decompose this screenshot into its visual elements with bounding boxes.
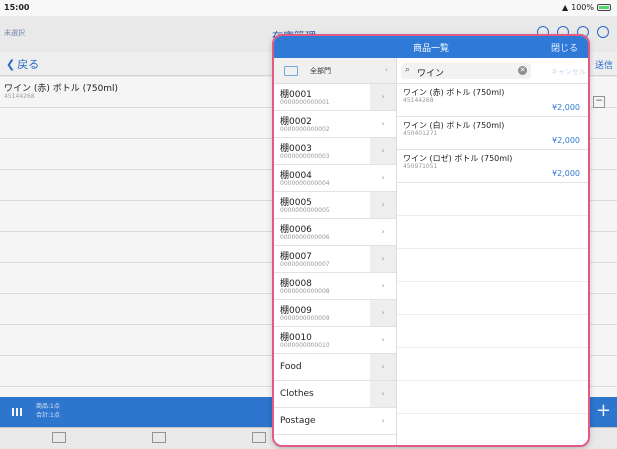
chevron-right-icon[interactable]: › [370,138,396,164]
status-time: 15:00 [4,3,30,12]
category-item[interactable]: 棚0009 0000000000009 › [274,300,396,327]
product-item[interactable]: ワイン (白) ボトル (750ml) 450401271 ¥2,000 [397,117,588,150]
chevron-left-icon: ‹ [384,65,388,74]
product-item[interactable]: ワイン (赤) ボトル (750ml) 45144268 ¥2,000 [397,84,588,117]
product-list: ⌕ ワイン ✕ キャンセル ワイン (赤) ボトル (750ml) 4514426… [397,58,588,445]
chevron-right-icon[interactable]: › [370,246,396,272]
empty-row [397,183,588,216]
category-code: 0000000000010 [280,342,330,349]
empty-row [397,249,588,282]
category-item[interactable]: Food › [274,354,396,381]
chevron-right-icon[interactable]: › [370,111,396,137]
ipad-screen: 15:00 ▲ 100% 未選択 在庫管理 ❮ 戻る 送信 ワイン (赤) ボト… [0,0,617,449]
category-code: 0000000000006 [280,234,330,241]
clear-icon[interactable]: ✕ [518,66,527,75]
all-categories-label: 全部門 [310,67,331,75]
empty-row [397,282,588,315]
chevron-right-icon[interactable]: › [370,300,396,326]
category-name: Food [280,362,302,372]
category-code: 0000000000004 [280,180,330,187]
battery-percent: 100% [571,3,594,12]
empty-row [397,348,588,381]
search-icon: ⌕ [405,65,411,75]
chevron-right-icon[interactable]: › [370,408,396,434]
category-code: 0000000000003 [280,153,330,160]
wifi-icon: ▲ [561,3,569,12]
category-list: 全部門 ‹ 棚0001 0000000000001 › 棚0002 0000000000… [274,58,397,445]
category-item[interactable]: 棚0010 0000000000010 › [274,327,396,354]
battery-icon [597,4,611,11]
category-code: 0000000000008 [280,288,330,295]
category-code: 0000000000007 [280,261,330,268]
search-input[interactable]: ⌕ ワイン ✕ [401,63,531,79]
category-item[interactable]: Postage › [274,408,396,435]
chevron-right-icon[interactable]: › [370,219,396,245]
category-code: 0000000000001 [280,99,330,106]
category-item[interactable]: 棚0004 0000000000004 › [274,165,396,192]
chevron-right-icon[interactable]: › [370,84,396,110]
empty-row [397,216,588,249]
search-value: ワイン [417,69,445,79]
modal-title: 商品一覧 [412,44,449,54]
category-item[interactable]: 棚0007 0000000000007 › [274,246,396,273]
chevron-right-icon[interactable]: › [370,273,396,299]
product-code: 450401271 [403,130,438,137]
empty-row [397,315,588,348]
category-code: 0000000000009 [280,315,330,322]
chevron-right-icon[interactable]: › [370,327,396,353]
all-categories-item[interactable]: 全部門 ‹ [274,58,396,84]
product-price: ¥2,000 [552,103,580,112]
category-name: Postage [280,416,316,426]
category-code: 0000000000002 [280,126,330,133]
category-item[interactable]: 棚0003 0000000000003 › [274,138,396,165]
product-price: ¥2,000 [552,169,580,178]
category-name: Clothes [280,389,314,399]
product-item[interactable]: ワイン (ロゼ) ボトル (750ml) 450971051 ¥2,000 [397,150,588,183]
chevron-right-icon[interactable]: › [370,192,396,218]
category-item[interactable]: 棚0006 0000000000006 › [274,219,396,246]
category-item[interactable]: 棚0001 0000000000001 › [274,84,396,111]
category-item[interactable]: 棚0005 0000000000005 › [274,192,396,219]
status-bar: 15:00 ▲ 100% [0,0,617,16]
category-item[interactable]: 棚0002 0000000000002 › [274,111,396,138]
category-item[interactable]: Clothes › [274,381,396,408]
chevron-right-icon[interactable]: › [370,354,396,380]
product-code: 45144268 [403,97,434,104]
folder-icon [284,66,298,76]
chevron-right-icon[interactable]: › [370,165,396,191]
product-price: ¥2,000 [552,136,580,145]
status-right: ▲ 100% [562,3,611,12]
product-code: 450971051 [403,163,438,170]
search-bar: ⌕ ワイン ✕ キャンセル [397,58,588,84]
category-item[interactable]: 棚0008 0000000000008 › [274,273,396,300]
modal-header: 商品一覧 閉じる [274,36,588,58]
product-list-modal: 商品一覧 閉じる 全部門 ‹ 棚0001 0000000000001 › 棚0002 0… [272,34,590,447]
chevron-right-icon[interactable]: › [370,381,396,407]
empty-row [397,381,588,414]
close-button[interactable]: 閉じる [551,41,578,54]
cancel-button[interactable]: キャンセル [551,67,586,77]
category-code: 0000000000005 [280,207,330,214]
